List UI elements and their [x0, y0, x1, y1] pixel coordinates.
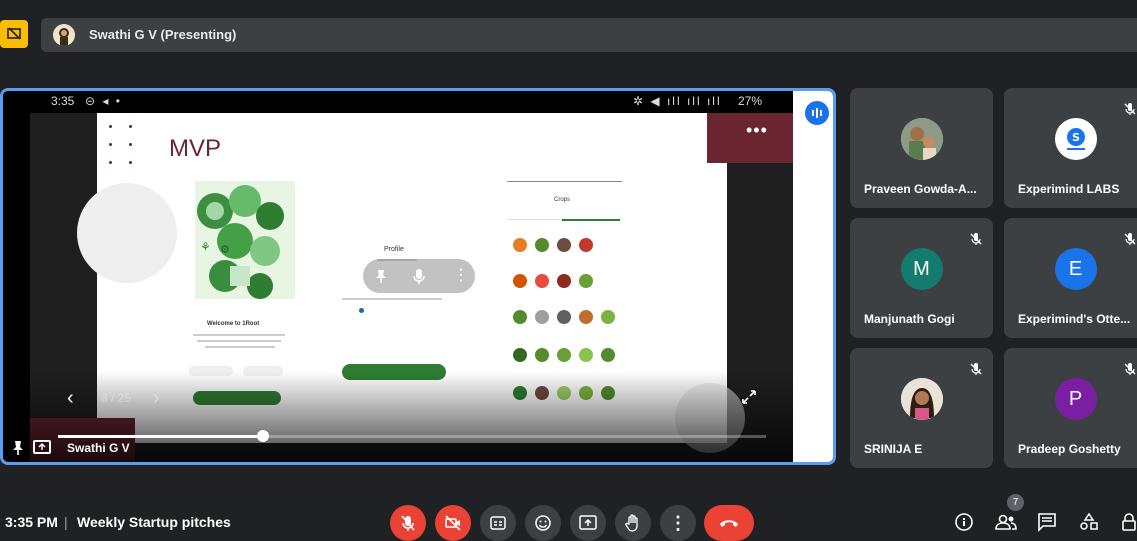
participant-tile[interactable]: SRINIJA E — [850, 348, 993, 468]
crops-heading: Crops — [554, 197, 571, 203]
phone-battery: 27% — [738, 94, 763, 108]
slide-decor-circle — [77, 183, 177, 283]
participant-avatar: M — [900, 248, 943, 290]
present-screen-icon — [0, 20, 28, 48]
tile-pin-icon[interactable] — [11, 440, 25, 456]
chat-button[interactable] — [1036, 511, 1058, 533]
presentation-tile[interactable]: 3:35 ⊝ ◂ • ✲ ◀ ıll ıll ıll 27% MVP ⚘ ⚙ W… — [0, 88, 836, 465]
welcome-heading: Welcome to 1Root — [207, 321, 260, 327]
mic-toggle-button[interactable] — [390, 505, 426, 541]
tile-gradient — [30, 371, 793, 462]
people-count-badge: 7 — [1007, 494, 1024, 511]
phone-time: 3:35 — [51, 94, 75, 108]
present-now-icon — [579, 515, 597, 530]
activities-button[interactable] — [1078, 511, 1100, 533]
svg-text:⚙: ⚙ — [220, 243, 230, 256]
svg-text:S: S — [1072, 131, 1080, 144]
mic-off-icon — [1124, 363, 1136, 375]
divider: | — [64, 514, 68, 530]
phone-status-bar: 3:35 ⊝ ◂ • ✲ ◀ ıll ıll ıll 27% — [3, 91, 833, 113]
participant-tile[interactable]: E Experimind's Otte... — [1004, 218, 1137, 338]
people-icon — [995, 514, 1017, 530]
companion-sidebar — [793, 91, 833, 462]
present-now-button[interactable] — [570, 505, 606, 541]
mic-off-icon — [401, 515, 415, 531]
participant-avatar: E — [1054, 248, 1097, 290]
participant-name: Experimind LABS — [1018, 182, 1120, 196]
participant-tile[interactable]: M Manjunath Gogi — [850, 218, 993, 338]
info-icon — [955, 513, 973, 531]
presenting-indicator-icon — [33, 440, 51, 454]
slide-title: MVP — [169, 135, 222, 162]
presenter-pill[interactable]: Swathi G V (Presenting) — [41, 18, 1137, 52]
participant-tile[interactable]: P Pradeep Goshetty — [1004, 348, 1137, 468]
farm-illustration: ⚘ ⚙ — [195, 181, 295, 299]
host-controls-icon — [1122, 513, 1136, 531]
participant-name: Experimind's Otte... — [1018, 312, 1131, 326]
emoji-icon — [535, 515, 551, 531]
prev-slide-icon[interactable]: ‹ — [67, 387, 74, 410]
leave-call-button[interactable] — [704, 505, 754, 541]
camera-toggle-button[interactable] — [435, 505, 471, 541]
next-slide-icon[interactable]: › — [153, 387, 160, 410]
presenter-label: Swathi G V (Presenting) — [89, 27, 237, 42]
presenter-avatar — [53, 24, 75, 46]
bottom-control-bar: 3:35 PM | Weekly Startup pitches ⋮ 7 — [0, 494, 1137, 541]
participant-name: Praveen Gowda-A... — [864, 182, 977, 196]
chat-icon — [1038, 513, 1056, 532]
phone-status-icons: ⊝ ◂ • — [85, 94, 122, 108]
participant-avatar: P — [1054, 378, 1097, 420]
participant-photo — [900, 378, 943, 420]
captions-icon — [490, 516, 506, 530]
captions-button[interactable] — [480, 505, 516, 541]
participant-name: Pradeep Goshetty — [1018, 442, 1121, 456]
participant-name: Manjunath Gogi — [864, 312, 955, 326]
phone-signal-icons: ✲ ◀ ıll ıll ıll — [633, 94, 722, 108]
host-controls-button[interactable] — [1118, 511, 1137, 533]
raise-hand-icon — [625, 514, 638, 532]
presenting-banner: Swathi G V (Presenting) — [0, 14, 1137, 56]
end-call-icon — [720, 520, 738, 527]
profile-heading: Profile — [384, 246, 404, 253]
participant-tile[interactable]: S Experimind LABS — [1004, 88, 1137, 208]
more-options-button[interactable]: ⋮ — [660, 505, 696, 541]
floating-tile-controls[interactable]: ⋮ — [363, 259, 475, 293]
more-options-icon: ⋮ — [669, 513, 687, 533]
slide-counter: 8 / 25 — [101, 391, 132, 405]
playback-progress-track[interactable] — [58, 435, 766, 438]
mic-off-icon — [970, 363, 982, 375]
participant-logo: S — [1054, 118, 1097, 160]
playback-progress-fill — [58, 435, 264, 438]
mic-off-icon — [1124, 103, 1136, 115]
meeting-title: Weekly Startup pitches — [77, 514, 231, 530]
reactions-button[interactable] — [525, 505, 561, 541]
meeting-clock: 3:35 PM — [5, 514, 58, 530]
participant-tile[interactable]: Praveen Gowda-A... — [850, 88, 993, 208]
mic-off-icon — [970, 233, 982, 245]
activities-icon — [1080, 512, 1098, 530]
participant-name: SRINIJA E — [864, 442, 923, 456]
pin-icon[interactable] — [373, 268, 389, 284]
camera-off-icon — [445, 515, 461, 531]
participant-photo — [900, 118, 943, 160]
meeting-details-button[interactable] — [953, 511, 975, 533]
mic-off-icon — [1124, 233, 1136, 245]
float-more-icon[interactable]: ⋮ — [453, 265, 469, 285]
audio-indicator-icon — [805, 101, 829, 125]
expand-icon[interactable] — [741, 389, 757, 405]
people-button[interactable] — [995, 511, 1017, 533]
raise-hand-button[interactable] — [615, 505, 651, 541]
svg-text:⚘: ⚘ — [200, 240, 211, 254]
tile-more-options-icon[interactable]: ••• — [746, 120, 768, 141]
tile-participant-name: Swathi G V — [67, 441, 130, 455]
mic-icon[interactable] — [411, 267, 427, 285]
